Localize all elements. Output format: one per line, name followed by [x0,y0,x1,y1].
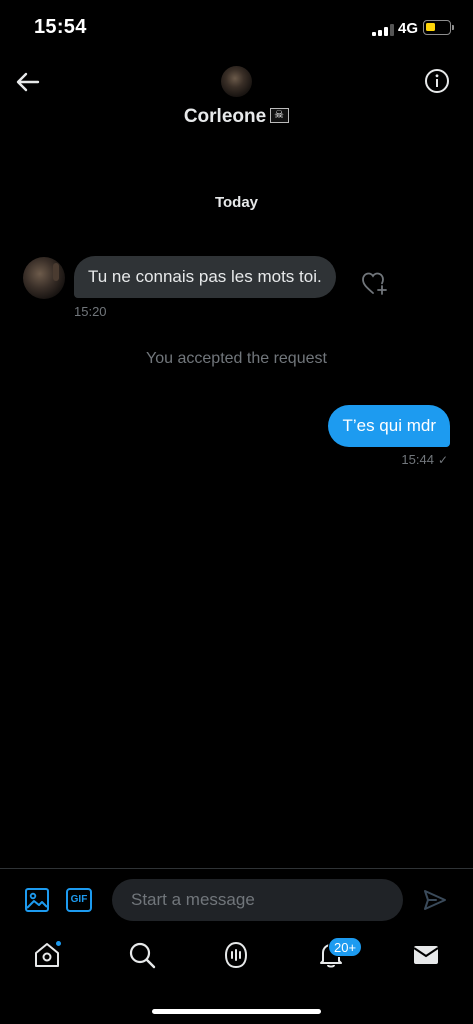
status-time: 15:54 [34,16,87,38]
home-notification-dot [55,940,62,947]
signal-icon [372,24,394,36]
home-icon[interactable] [32,940,62,970]
bottom-tab-bar [0,930,473,990]
message-timestamp: 15:44 [401,452,434,467]
spaces-icon[interactable] [221,940,251,970]
network-type: 4G [398,20,419,37]
status-bar: 15:54 4G [0,0,473,56]
date-separator: Today [214,194,259,211]
home-indicator[interactable] [152,1009,321,1014]
gif-button[interactable]: GIF [66,888,92,912]
battery-icon [423,20,451,35]
messages-icon[interactable] [411,940,441,970]
sent-check-icon: ✓ [437,453,448,467]
contact-name: Corleone [183,106,267,127]
send-icon[interactable] [422,887,448,913]
pirate-flag-icon [270,108,290,123]
notifications-badge: 20+ [328,937,363,957]
contact-name-row[interactable]: Corleone [0,106,473,128]
outgoing-message-bubble[interactable]: T’es qui mdr [328,405,450,447]
contact-avatar[interactable] [221,66,252,97]
info-icon[interactable] [424,68,450,94]
back-arrow-icon[interactable] [14,68,42,96]
image-icon[interactable] [24,887,50,913]
incoming-message-bubble[interactable]: Tu ne connais pas les mots toi. [74,256,336,298]
message-composer: GIF [0,868,473,930]
battery-cap [452,25,454,30]
system-message: You accepted the request [146,350,327,367]
search-icon[interactable] [127,940,157,970]
outgoing-message-meta: 15:44 ✓ [401,452,448,467]
conversation-header: Corleone [0,56,473,146]
sender-avatar[interactable] [23,257,65,299]
add-reaction-heart-icon[interactable] [361,271,389,297]
message-timestamp: 15:20 [74,304,107,319]
message-input[interactable] [112,879,403,921]
